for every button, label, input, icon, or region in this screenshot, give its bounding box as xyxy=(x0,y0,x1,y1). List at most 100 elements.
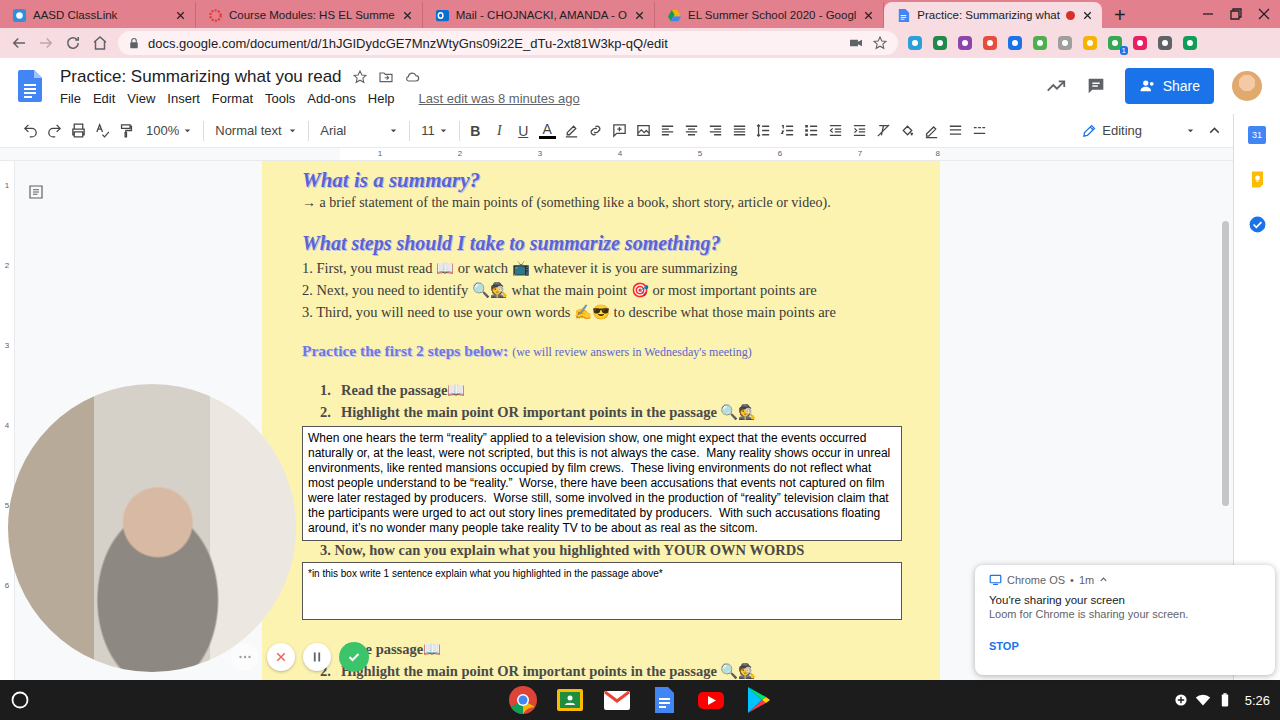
document-outline-icon[interactable] xyxy=(27,183,45,201)
keep-icon[interactable] xyxy=(1248,170,1267,189)
border-width-icon[interactable] xyxy=(947,122,964,139)
forward-arrow-icon[interactable] xyxy=(37,34,55,52)
youtube-icon[interactable] xyxy=(695,684,727,716)
menu-item[interactable]: Add-ons xyxy=(307,91,355,106)
zoom-dropdown[interactable]: 100% xyxy=(142,123,196,138)
add-comment-icon[interactable] xyxy=(611,122,628,139)
format-button[interactable]: A xyxy=(539,122,556,139)
align-center-icon[interactable] xyxy=(683,122,700,139)
extension-icon[interactable] xyxy=(982,35,998,51)
extension-icon[interactable] xyxy=(1007,35,1023,51)
close-icon[interactable] xyxy=(862,9,875,22)
browser-tab[interactable]: Course Modules: HS EL Summe xyxy=(196,2,423,28)
add-circle-icon[interactable] xyxy=(1173,692,1189,708)
link-icon[interactable] xyxy=(587,122,604,139)
border-color-icon[interactable] xyxy=(923,122,940,139)
cloud-icon[interactable] xyxy=(404,69,420,85)
back-arrow-icon[interactable] xyxy=(10,34,28,52)
comment-icon[interactable] xyxy=(1085,75,1107,97)
close-window-icon[interactable] xyxy=(1256,6,1272,22)
home-icon[interactable] xyxy=(91,34,109,52)
webcam-bubble[interactable] xyxy=(8,384,296,672)
print-icon[interactable] xyxy=(70,122,87,139)
calendar-button[interactable]: 31 xyxy=(1248,126,1266,144)
close-icon[interactable] xyxy=(1081,9,1094,22)
format-button[interactable]: U xyxy=(515,123,532,139)
browser-tab[interactable]: Mail - CHOJNACKI, AMANDA - O xyxy=(423,2,655,28)
tasks-icon[interactable] xyxy=(1248,215,1267,234)
address-bar[interactable]: docs.google.com/document/d/1hJGIDydcGE7M… xyxy=(118,31,898,55)
align-left-icon[interactable] xyxy=(659,122,676,139)
font-dropdown[interactable]: Arial xyxy=(316,123,402,138)
battery-icon[interactable] xyxy=(1217,692,1233,708)
browser-tab[interactable]: EL Summer School 2020 - Googl xyxy=(655,2,884,28)
restore-icon[interactable] xyxy=(1228,6,1244,22)
answer-box[interactable]: *in this box write 1 sentence explain wh… xyxy=(302,562,902,620)
more-button[interactable] xyxy=(231,643,259,671)
extension-icon[interactable] xyxy=(1057,35,1073,51)
share-button[interactable]: Share xyxy=(1125,68,1214,104)
image-icon[interactable] xyxy=(635,122,652,139)
extension-icon[interactable] xyxy=(1132,35,1148,51)
close-icon[interactable] xyxy=(174,9,187,22)
move-folder-icon[interactable] xyxy=(378,69,394,85)
clock[interactable]: 5:26 xyxy=(1245,693,1270,708)
classroom-icon[interactable] xyxy=(554,684,586,716)
camera-icon[interactable] xyxy=(848,35,864,51)
menu-item[interactable]: Edit xyxy=(93,91,115,106)
last-edit-link[interactable]: Last edit was 8 minutes ago xyxy=(419,91,580,106)
cancel-recording-button[interactable] xyxy=(267,643,295,671)
gmail-icon[interactable] xyxy=(601,684,633,716)
extension-icon[interactable] xyxy=(1157,35,1173,51)
indent-decrease-icon[interactable] xyxy=(827,122,844,139)
spellcheck-icon[interactable] xyxy=(94,122,111,139)
browser-tab[interactable]: AASD ClassLink xyxy=(0,2,196,28)
redo-icon[interactable] xyxy=(46,122,63,139)
docs-logo-icon[interactable] xyxy=(18,70,42,102)
reload-icon[interactable] xyxy=(64,34,82,52)
wifi-icon[interactable] xyxy=(1195,692,1211,708)
chrome-icon[interactable] xyxy=(507,684,539,716)
browser-tab[interactable]: Practice: Summarizing what xyxy=(884,2,1102,28)
undo-icon[interactable] xyxy=(22,122,39,139)
clear-formatting-icon[interactable] xyxy=(875,122,892,139)
menu-item[interactable]: File xyxy=(60,91,81,106)
user-avatar[interactable] xyxy=(1232,71,1262,101)
style-dropdown[interactable]: Normal text xyxy=(211,123,301,138)
indent-increase-icon[interactable] xyxy=(851,122,868,139)
menu-item[interactable]: Help xyxy=(368,91,395,106)
border-dash-icon[interactable] xyxy=(971,122,988,139)
chevron-up-icon[interactable] xyxy=(1206,122,1223,139)
stop-button[interactable]: STOP xyxy=(989,640,1261,652)
extension-icon[interactable] xyxy=(932,35,948,51)
font-size-dropdown[interactable]: 11 xyxy=(417,123,452,138)
star-icon[interactable] xyxy=(352,69,368,85)
activity-trend-icon[interactable] xyxy=(1045,75,1067,97)
menu-item[interactable]: Format xyxy=(212,91,253,106)
extension-icon[interactable] xyxy=(907,35,923,51)
extension-icon[interactable]: 1 xyxy=(1107,35,1123,51)
paint-format-icon[interactable] xyxy=(118,122,135,139)
menu-item[interactable]: View xyxy=(127,91,155,106)
fill-color-icon[interactable] xyxy=(899,122,916,139)
extension-icon[interactable] xyxy=(1082,35,1098,51)
editing-mode-dropdown[interactable]: Editing xyxy=(1081,122,1195,139)
scrollbar[interactable] xyxy=(1222,221,1229,506)
play-store-icon[interactable] xyxy=(742,684,774,716)
bulleted-list-icon[interactable] xyxy=(803,122,820,139)
close-icon[interactable] xyxy=(633,9,646,22)
highlighter-icon[interactable] xyxy=(563,122,580,139)
passage-box[interactable]: When one hears the term “reality” applie… xyxy=(302,426,902,541)
docs-icon[interactable] xyxy=(648,684,680,716)
extension-icon[interactable] xyxy=(1182,35,1198,51)
new-tab-button[interactable]: + xyxy=(1102,2,1138,28)
launcher-icon[interactable] xyxy=(10,690,30,710)
line-spacing-icon[interactable] xyxy=(755,122,772,139)
collapse-icon[interactable] xyxy=(1099,575,1108,584)
align-right-icon[interactable] xyxy=(707,122,724,139)
pause-recording-button[interactable] xyxy=(303,643,331,671)
finish-recording-button[interactable] xyxy=(339,642,369,672)
menu-item[interactable]: Insert xyxy=(167,91,200,106)
menu-item[interactable]: Tools xyxy=(265,91,295,106)
document-title[interactable]: Practice: Summarizing what you read xyxy=(60,67,342,87)
